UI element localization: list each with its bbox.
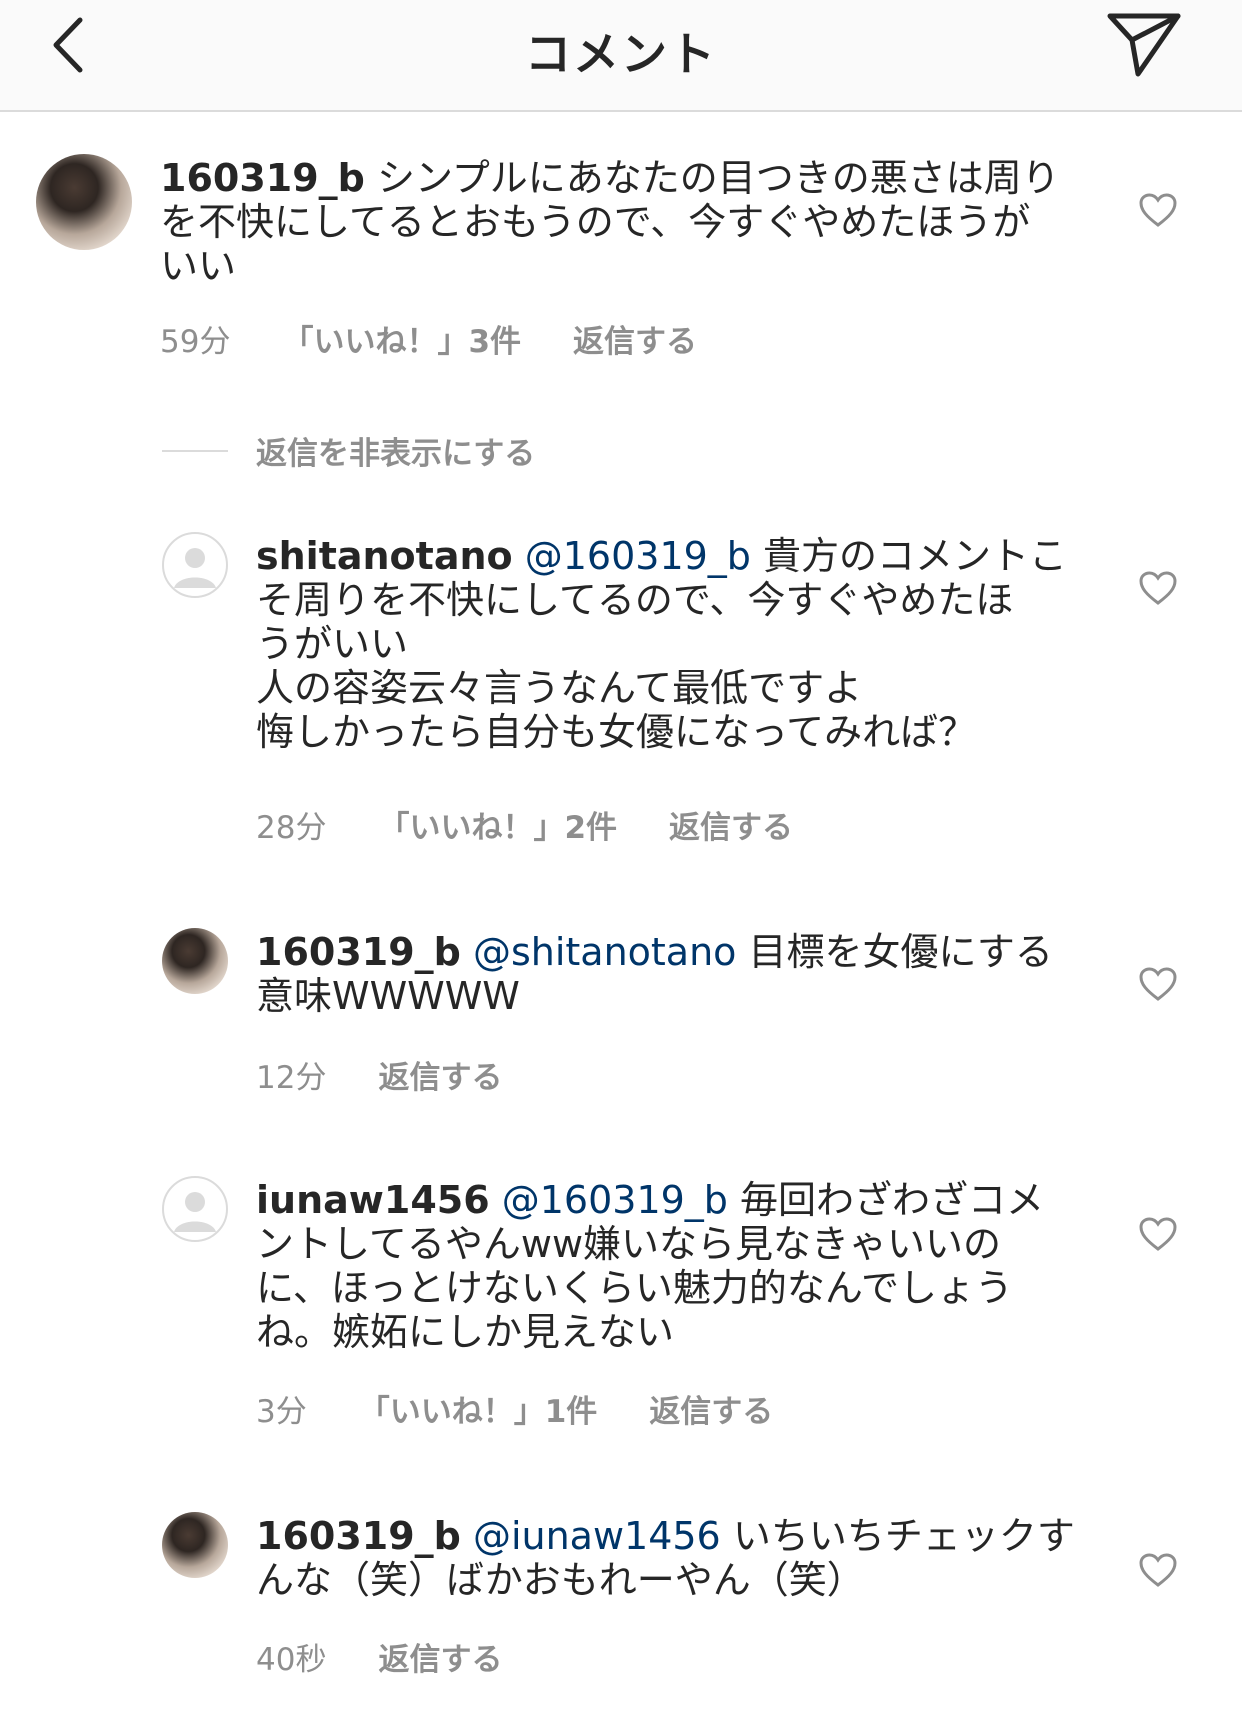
likes-count[interactable]: 「いいね！」1件 (359, 1386, 598, 1431)
comment-meta: 40秒 返信する (256, 1634, 554, 1679)
likes-count[interactable]: 「いいね！」3件 (282, 316, 521, 361)
reply-button[interactable]: 返信する (669, 802, 793, 847)
likes-count[interactable]: 「いいね！」2件 (378, 802, 617, 847)
avatar[interactable] (162, 1176, 228, 1242)
heart-icon[interactable] (1138, 1552, 1178, 1588)
comment-text: 160319_b シンプルにあなたの目つきの悪さは周り を不快にしてるとおもうの… (160, 156, 1080, 288)
page-title: コメント (525, 27, 717, 81)
mention-link[interactable]: @iunaw1456 (473, 1514, 721, 1558)
reply-button[interactable]: 返信する (378, 1634, 502, 1679)
divider (162, 449, 228, 452)
avatar[interactable] (162, 1512, 228, 1578)
reply-text: 160319_b @iunaw1456 いちいちチェックす んな（笑）ばかおもれ… (256, 1514, 1086, 1602)
default-avatar-icon (174, 548, 216, 588)
heart-icon[interactable] (1138, 966, 1178, 1002)
default-avatar-icon (174, 1192, 216, 1232)
username[interactable]: 160319_b (256, 1514, 461, 1558)
mention-link[interactable]: @160319_b (525, 534, 751, 578)
paper-plane-icon (1107, 13, 1181, 77)
username[interactable]: 160319_b (160, 156, 365, 200)
comment-meta: 28分 「いいね！」2件 返信する (256, 802, 845, 847)
send-button[interactable] (1104, 8, 1184, 80)
mention-link[interactable]: @160319_b (502, 1178, 728, 1222)
username[interactable]: iunaw1456 (256, 1178, 490, 1222)
timestamp: 12分 (256, 1060, 327, 1096)
timestamp: 59分 (160, 324, 231, 360)
reply-button[interactable]: 返信する (378, 1052, 502, 1097)
heart-icon[interactable] (1138, 570, 1178, 606)
heart-icon[interactable] (1138, 192, 1178, 228)
avatar[interactable] (162, 928, 228, 994)
reply-text: iunaw1456 @160319_b 毎回わざわざコメ ントしてるやんww嫌い… (256, 1178, 1086, 1354)
comment-meta: 12分 返信する (256, 1052, 554, 1097)
mention-link[interactable]: @shitanotano (473, 930, 736, 974)
reply-text: shitanotano @160319_b 貴方のコメントこ そ周りを不快にして… (256, 534, 1086, 754)
comment-meta: 3分 「いいね！」1件 返信する (256, 1386, 825, 1431)
header-bar: コメント (0, 0, 1242, 112)
comment-meta: 59分 「いいね！」3件 返信する (160, 316, 749, 361)
username[interactable]: shitanotano (256, 534, 513, 578)
reply-button[interactable]: 返信する (649, 1386, 773, 1431)
reply-text: 160319_b @shitanotano 目標を女優にする 意味WWWWW (256, 930, 1086, 1018)
username[interactable]: 160319_b (256, 930, 461, 974)
avatar[interactable] (162, 532, 228, 598)
avatar[interactable] (36, 154, 132, 250)
hide-replies-label: 返信を非表示にする (256, 436, 536, 472)
timestamp: 28分 (256, 810, 327, 846)
heart-icon[interactable] (1138, 1216, 1178, 1252)
reply-button[interactable]: 返信する (573, 316, 697, 361)
hide-replies-button[interactable]: 返信を非表示にする (162, 428, 535, 473)
timestamp: 40秒 (256, 1642, 327, 1678)
timestamp: 3分 (256, 1394, 307, 1430)
